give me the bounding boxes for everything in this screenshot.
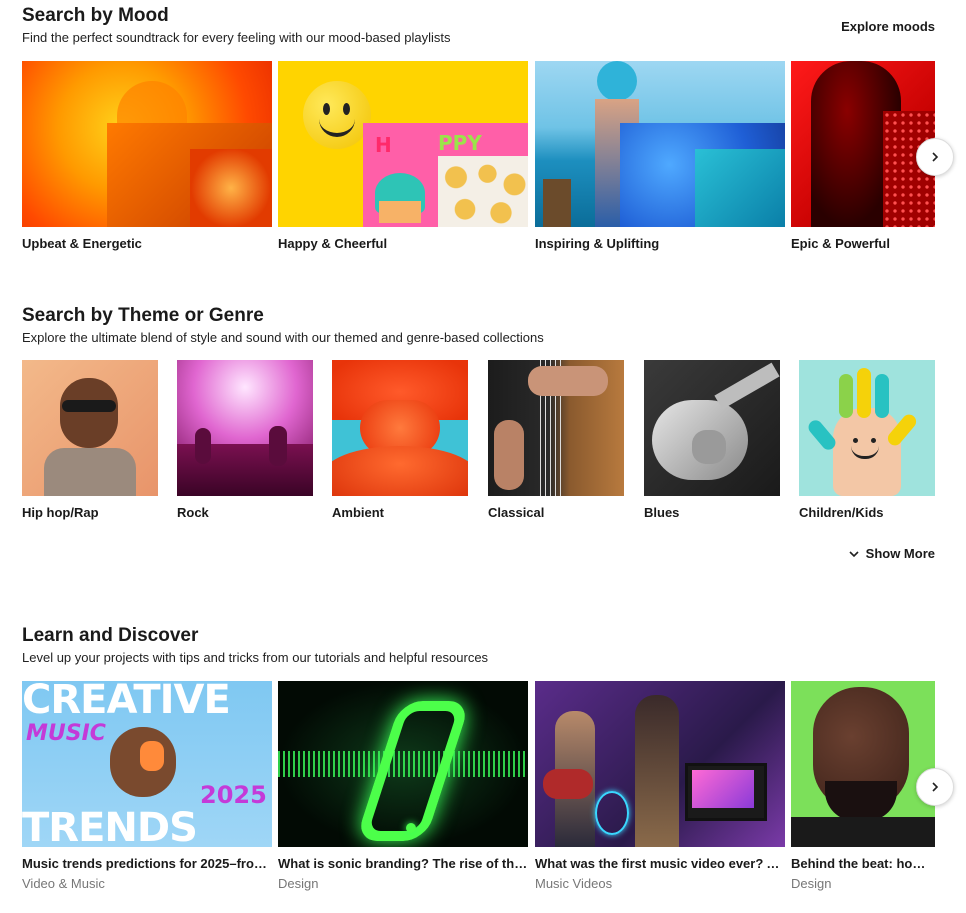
article-card[interactable]: Behind the beat: how Ne Design <box>791 681 935 891</box>
overlay-music: MUSIC <box>26 721 106 746</box>
chevron-down-icon <box>849 550 859 557</box>
genre-card-classical[interactable]: Classical <box>488 360 624 530</box>
mood-card-epic[interactable]: Epic & Powerful <box>791 61 935 261</box>
guitar-neck <box>714 362 780 410</box>
article-category: Video & Music <box>22 876 105 891</box>
mood-card-inspiring[interactable]: Inspiring & Uplifting <box>535 61 785 261</box>
genre-card-hiphop[interactable]: Hip hop/Rap <box>22 360 158 530</box>
smiley-cookies <box>438 156 528 227</box>
genre-card-ambient[interactable]: Ambient <box>332 360 468 530</box>
wave-panel <box>695 149 785 227</box>
hand <box>494 420 524 490</box>
overlay-trends: TRENDS <box>22 805 198 847</box>
finger-teal <box>875 374 889 418</box>
genre-card-children[interactable]: Children/Kids <box>799 360 935 530</box>
neon-light <box>595 791 629 835</box>
article-card[interactable]: What was the first music video ever? A …… <box>535 681 785 891</box>
hand <box>692 430 726 464</box>
genre-section: Search by Theme or Genre Explore the ult… <box>22 300 935 570</box>
smiley-face <box>303 81 371 149</box>
article-category: Design <box>278 876 319 891</box>
overlay-year: 2025 <box>200 781 267 809</box>
mood-card-label: Epic & Powerful <box>791 236 890 251</box>
man-head <box>60 378 118 448</box>
mood-card-label: Upbeat & Energetic <box>22 236 142 251</box>
mood-card-image <box>535 61 785 227</box>
shirt <box>791 817 935 847</box>
genre-card-image <box>644 360 780 496</box>
mood-card-upbeat[interactable]: Upbeat & Energetic <box>22 61 272 261</box>
article-card[interactable]: CREATIVE MUSIC 2025 TRENDS Music trends … <box>22 681 272 891</box>
raised-hand <box>269 426 287 466</box>
learn-carousel: CREATIVE MUSIC 2025 TRENDS Music trends … <box>22 681 935 891</box>
mood-card-image <box>22 61 272 227</box>
genre-card-blues[interactable]: Blues <box>644 360 780 530</box>
shirt <box>44 448 136 496</box>
mood-card-happy[interactable]: H PPY Happy & Cheerful <box>278 61 528 261</box>
smile-eye <box>853 438 858 443</box>
genre-card-rock[interactable]: Rock <box>177 360 313 530</box>
article-card-image <box>791 681 935 847</box>
mood-carousel: Upbeat & Energetic H PPY Happy & Cheerfu… <box>22 61 935 261</box>
genre-card-image <box>799 360 935 496</box>
mood-card-image: H PPY <box>278 61 528 227</box>
article-title[interactable]: What was the first music video ever? A … <box>535 856 785 871</box>
genre-card-label: Hip hop/Rap <box>22 505 99 520</box>
article-title[interactable]: Behind the beat: how Ne <box>791 856 935 871</box>
genre-card-label: Rock <box>177 505 209 520</box>
genre-grid: Hip hop/Rap Rock Ambient Classical Blues… <box>22 360 935 530</box>
chevron-right-icon <box>932 152 939 162</box>
overlay-creative: CREATIVE <box>22 681 231 723</box>
genre-card-label: Blues <box>644 505 680 520</box>
mood-card-label: Inspiring & Uplifting <box>535 236 660 251</box>
genre-card-label: Classical <box>488 505 545 520</box>
genre-card-image <box>488 360 624 496</box>
sunglasses <box>62 400 116 412</box>
chevron-right-icon <box>932 782 939 792</box>
explore-moods-link[interactable]: Explore moods <box>841 19 935 34</box>
article-card-image <box>535 681 785 847</box>
learn-next-button[interactable] <box>916 768 954 806</box>
camera-screen <box>685 763 767 821</box>
article-title[interactable]: Music trends predictions for 2025–fro… <box>22 856 272 871</box>
hand <box>528 366 608 396</box>
show-more-label: Show More <box>865 546 935 561</box>
article-category: Music Videos <box>535 876 613 891</box>
flower-panel <box>190 149 272 227</box>
learn-section: Learn and Discover Level up your project… <box>22 620 935 900</box>
mood-next-button[interactable] <box>916 138 954 176</box>
article-card[interactable]: What is sonic branding? The rise of the … <box>278 681 528 891</box>
guitar <box>543 769 593 799</box>
post <box>543 179 571 227</box>
learn-subtitle: Level up your projects with tips and tri… <box>22 650 489 665</box>
genre-card-label: Children/Kids <box>799 505 884 520</box>
genre-card-image <box>332 360 468 496</box>
learn-title: Learn and Discover <box>22 625 199 646</box>
woman-figure <box>597 61 637 101</box>
genre-title: Search by Theme or Genre <box>22 305 264 326</box>
genre-card-label: Ambient <box>332 505 384 520</box>
show-more-button[interactable]: Show More <box>848 546 935 561</box>
mood-subtitle: Find the perfect soundtrack for every fe… <box>22 30 451 45</box>
article-card-image <box>278 681 528 847</box>
raised-hand <box>195 428 211 464</box>
smile-eye <box>871 438 876 443</box>
article-card-image: CREATIVE MUSIC 2025 TRENDS <box>22 681 272 847</box>
headphones <box>140 741 164 771</box>
singer <box>635 695 679 847</box>
genre-card-image <box>177 360 313 496</box>
genre-subtitle: Explore the ultimate blend of style and … <box>22 330 544 345</box>
article-category: Design <box>791 876 832 891</box>
mood-card-image <box>791 61 935 227</box>
article-title[interactable]: What is sonic branding? The rise of the … <box>278 856 528 871</box>
finger-green <box>839 374 853 418</box>
mood-card-label: Happy & Cheerful <box>278 236 388 251</box>
finger-yellow <box>857 368 871 418</box>
orange-cloud-base <box>332 446 468 496</box>
genre-card-image <box>22 360 158 496</box>
beard <box>825 781 897 821</box>
mood-title: Search by Mood <box>22 5 169 26</box>
mood-section: Search by Mood Find the perfect soundtra… <box>22 0 935 270</box>
glowing-dot <box>406 823 416 833</box>
